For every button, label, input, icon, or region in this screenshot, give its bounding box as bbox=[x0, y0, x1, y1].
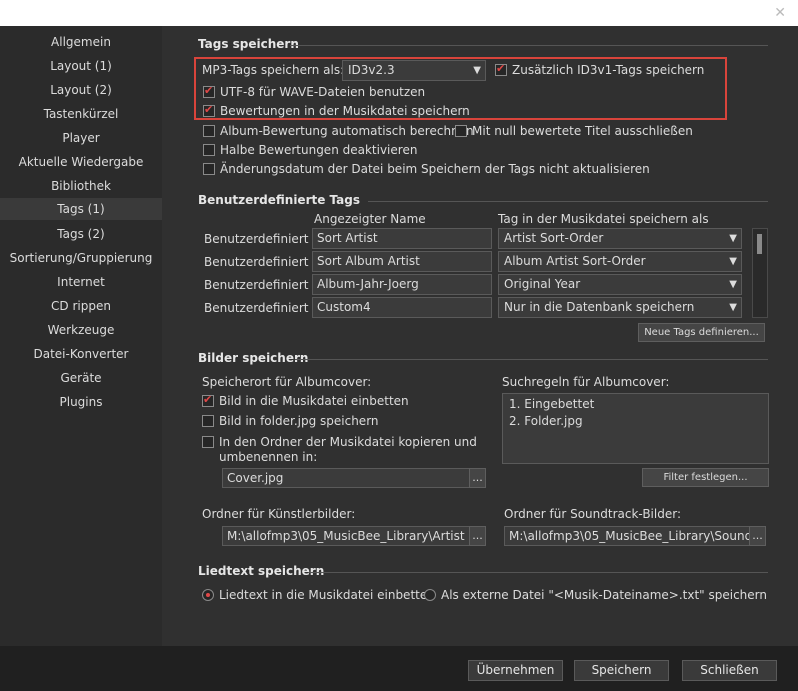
apply-button[interactable]: Übernehmen bbox=[468, 660, 563, 681]
sidebar-item-werkzeuge[interactable]: Werkzeuge bbox=[0, 319, 162, 341]
mp3-format-dropdown[interactable]: ID3v2.3 ▼ bbox=[342, 60, 486, 81]
album-rating-checkbox[interactable] bbox=[203, 125, 215, 137]
custom-tag-name-input[interactable]: Custom4 bbox=[312, 297, 492, 318]
section-divider bbox=[290, 45, 768, 46]
sidebar-item-layout-2[interactable]: Layout (2) bbox=[0, 79, 162, 101]
custom-tag-save-as-value: Artist Sort-Order bbox=[504, 231, 604, 245]
sidebar-item-sortierung[interactable]: Sortierung/Gruppierung bbox=[0, 247, 162, 269]
cover-filename-browse-button[interactable]: ... bbox=[469, 468, 486, 488]
chevron-down-icon: ▼ bbox=[729, 302, 737, 313]
section-title-tags-speichern: Tags speichern bbox=[198, 37, 299, 51]
lyrics-embed-label: Liedtext in die Musikdatei einbetten bbox=[219, 588, 435, 602]
define-new-tags-button[interactable]: Neue Tags definieren... bbox=[638, 323, 765, 342]
sidebar-item-datei-konverter[interactable]: Datei-Konverter bbox=[0, 343, 162, 365]
custom-tag-label: Benutzerdefiniert 2: bbox=[204, 255, 324, 269]
soundtrack-folder-label: Ordner für Soundtrack-Bilder: bbox=[504, 507, 681, 521]
soundtrack-folder-input[interactable]: M:\allofmp3\05_MusicBee_Library\Soundtra… bbox=[504, 526, 750, 546]
sidebar-item-aktuelle-wiedergabe[interactable]: Aktuelle Wiedergabe bbox=[0, 151, 162, 173]
dialog-footer bbox=[0, 646, 798, 691]
search-rules-list[interactable]: 1. Eingebettet 2. Folder.jpg bbox=[502, 393, 769, 464]
save-button[interactable]: Speichern bbox=[574, 660, 669, 681]
custom-tag-name-input[interactable]: Sort Album Artist bbox=[312, 251, 492, 272]
sidebar-item-tastenkuerzel[interactable]: Tastenkürzel bbox=[0, 103, 162, 125]
section-divider bbox=[368, 201, 768, 202]
sidebar-item-tags-2[interactable]: Tags (2) bbox=[0, 223, 162, 245]
sidebar-item-plugins[interactable]: Plugins bbox=[0, 391, 162, 413]
lyrics-external-radio[interactable] bbox=[424, 589, 436, 601]
lyrics-external-label: Als externe Datei "<Musik-Dateiname>.txt… bbox=[441, 588, 767, 602]
custom-tag-label: Benutzerdefiniert 3: bbox=[204, 278, 324, 292]
section-divider bbox=[308, 572, 768, 573]
chevron-down-icon: ▼ bbox=[729, 256, 737, 267]
sidebar: Allgemein Layout (1) Layout (2) Tastenkü… bbox=[0, 26, 162, 646]
chevron-down-icon: ▼ bbox=[729, 279, 737, 290]
id3v1-label: Zusätzlich ID3v1-Tags speichern bbox=[512, 63, 705, 77]
mp3-format-value: ID3v2.3 bbox=[348, 63, 395, 77]
custom-tag-name-input[interactable]: Sort Artist bbox=[312, 228, 492, 249]
custom-tag-name-input[interactable]: Album-Jahr-Joerg bbox=[312, 274, 492, 295]
close-button[interactable]: Schließen bbox=[682, 660, 777, 681]
cover-location-label: Speicherort für Albumcover: bbox=[202, 375, 372, 389]
filter-button[interactable]: Filter festlegen... bbox=[642, 468, 769, 487]
sidebar-item-allgemein[interactable]: Allgemein bbox=[0, 31, 162, 53]
embed-cover-checkbox[interactable] bbox=[202, 393, 214, 407]
chevron-down-icon: ▼ bbox=[473, 65, 481, 76]
list-item[interactable]: 2. Folder.jpg bbox=[509, 414, 583, 428]
sidebar-item-internet[interactable]: Internet bbox=[0, 271, 162, 293]
col-header-save-as: Tag in der Musikdatei speichern als bbox=[498, 212, 709, 226]
section-title-custom-tags: Benutzerdefinierte Tags bbox=[198, 193, 361, 207]
exclude-zero-checkbox[interactable] bbox=[455, 125, 467, 137]
section-title-lyrics: Liedtext speichern bbox=[198, 564, 325, 578]
utf8-wave-label: UTF-8 für WAVE-Dateien benutzen bbox=[220, 85, 426, 99]
custom-tag-label: Benutzerdefiniert 1: bbox=[204, 232, 324, 246]
list-item[interactable]: 1. Eingebettet bbox=[509, 397, 594, 411]
custom-tag-save-as-dropdown[interactable]: Nur in die Datenbank speichern ▼ bbox=[498, 297, 742, 318]
sidebar-item-bibliothek[interactable]: Bibliothek bbox=[0, 175, 162, 197]
custom-tag-label: Benutzerdefiniert 4: bbox=[204, 301, 324, 315]
search-rules-label: Suchregeln für Albumcover: bbox=[502, 375, 670, 389]
mp3-format-label: MP3-Tags speichern als: bbox=[202, 63, 345, 77]
close-icon[interactable]: ✕ bbox=[774, 4, 786, 22]
custom-tag-save-as-dropdown[interactable]: Artist Sort-Order ▼ bbox=[498, 228, 742, 249]
no-modify-date-label: Änderungsdatum der Datei beim Speichern … bbox=[220, 162, 650, 176]
section-title-images: Bilder speichern bbox=[198, 351, 309, 365]
artist-folder-browse-button[interactable]: ... bbox=[469, 526, 486, 546]
chevron-down-icon: ▼ bbox=[729, 233, 737, 244]
no-modify-date-checkbox[interactable] bbox=[203, 163, 215, 175]
soundtrack-folder-browse-button[interactable]: ... bbox=[749, 526, 766, 546]
embed-cover-label: Bild in die Musikdatei einbetten bbox=[219, 394, 409, 408]
half-ratings-checkbox[interactable] bbox=[203, 144, 215, 156]
custom-tag-save-as-value: Album Artist Sort-Order bbox=[504, 254, 646, 268]
sidebar-item-layout-1[interactable]: Layout (1) bbox=[0, 55, 162, 77]
sidebar-item-geraete[interactable]: Geräte bbox=[0, 367, 162, 389]
col-header-display-name: Angezeigter Name bbox=[314, 212, 426, 226]
copy-rename-checkbox[interactable] bbox=[202, 436, 214, 448]
sidebar-item-player[interactable]: Player bbox=[0, 127, 162, 149]
half-ratings-label: Halbe Bewertungen deaktivieren bbox=[220, 143, 418, 157]
copy-rename-label: In den Ordner der Musikdatei kopieren un… bbox=[219, 435, 477, 449]
sidebar-item-cd-rippen[interactable]: CD rippen bbox=[0, 295, 162, 317]
exclude-zero-label: Mit null bewertete Titel ausschließen bbox=[472, 124, 693, 138]
scrollbar-thumb[interactable] bbox=[757, 234, 762, 254]
id3v1-checkbox[interactable] bbox=[495, 62, 507, 76]
custom-tag-save-as-value: Nur in die Datenbank speichern bbox=[504, 300, 695, 314]
folder-jpg-label: Bild in folder.jpg speichern bbox=[219, 414, 379, 428]
album-rating-label: Album-Bewertung automatisch berechnen bbox=[220, 124, 474, 138]
ratings-in-file-checkbox[interactable] bbox=[203, 103, 215, 117]
sidebar-item-tags-1[interactable]: Tags (1) bbox=[0, 198, 162, 220]
cover-filename-input[interactable]: Cover.jpg bbox=[222, 468, 470, 488]
custom-tag-save-as-value: Original Year bbox=[504, 277, 581, 291]
copy-rename-label-2: umbenennen in: bbox=[219, 450, 318, 464]
utf8-wave-checkbox[interactable] bbox=[203, 84, 215, 98]
section-divider bbox=[295, 359, 768, 360]
title-bar bbox=[0, 0, 798, 26]
lyrics-embed-radio[interactable] bbox=[202, 589, 214, 601]
ratings-in-file-label: Bewertungen in der Musikdatei speichern bbox=[220, 104, 470, 118]
artist-folder-label: Ordner für Künstlerbilder: bbox=[202, 507, 356, 521]
custom-tag-save-as-dropdown[interactable]: Album Artist Sort-Order ▼ bbox=[498, 251, 742, 272]
folder-jpg-checkbox[interactable] bbox=[202, 415, 214, 427]
artist-folder-input[interactable]: M:\allofmp3\05_MusicBee_Library\Artist P… bbox=[222, 526, 470, 546]
custom-tag-save-as-dropdown[interactable]: Original Year ▼ bbox=[498, 274, 742, 295]
